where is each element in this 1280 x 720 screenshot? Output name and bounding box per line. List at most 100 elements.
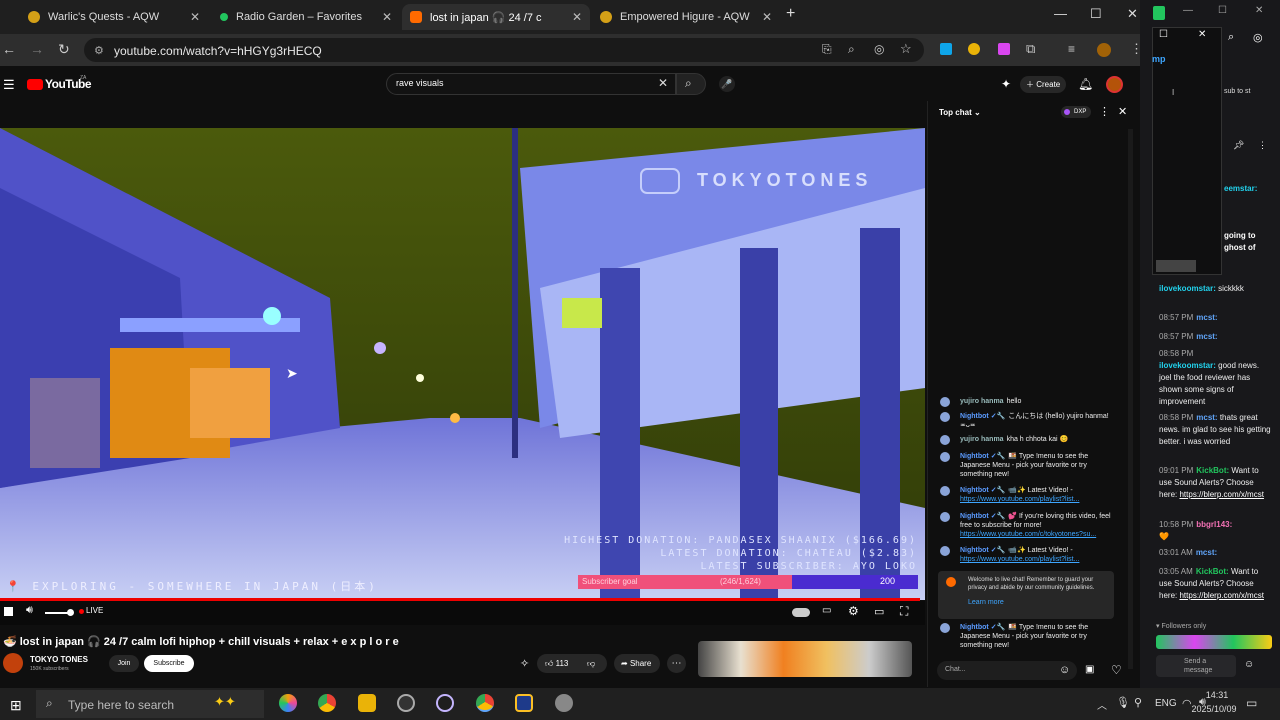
channel-avatar[interactable]: [3, 653, 23, 673]
settings-gear-icon[interactable]: ⚙: [848, 604, 859, 618]
extension-icon[interactable]: [940, 43, 952, 55]
volume-icon[interactable]: 🔊︎: [26, 604, 33, 617]
side-chat-user[interactable]: mcst:: [1196, 413, 1217, 422]
media-control-icon[interactable]: ≡: [1068, 42, 1075, 56]
live-badge[interactable]: LIVE: [86, 606, 103, 615]
voice-search-icon[interactable]: 🎤: [719, 76, 735, 92]
tracking-icon[interactable]: ◎: [874, 42, 884, 56]
promo-thumbnail[interactable]: [698, 641, 912, 677]
browser-tab[interactable]: Warlic's Quests - AQW ✕: [20, 4, 208, 30]
chrome-icon[interactable]: [318, 694, 336, 712]
clock-time[interactable]: 14:31: [1197, 690, 1237, 700]
extension-icon[interactable]: [968, 43, 980, 55]
back-icon[interactable]: ←: [2, 41, 16, 57]
side-chat-user[interactable]: mcst:: [1196, 548, 1217, 557]
close-window-icon[interactable]: ✕: [1255, 5, 1263, 16]
like-icon[interactable]: 👍︎: [545, 659, 553, 668]
chat-scrollbar[interactable]: [1128, 129, 1133, 669]
new-tab-icon[interactable]: +: [786, 5, 795, 23]
subscribe-button[interactable]: Subscribe: [144, 655, 194, 672]
profile-avatar[interactable]: [1097, 43, 1111, 57]
close-window-icon[interactable]: ✕: [1127, 6, 1138, 22]
emote-bar[interactable]: [1156, 635, 1272, 649]
language-indicator[interactable]: ENG: [1155, 698, 1177, 709]
side-chat-user[interactable]: KickBot:: [1196, 567, 1229, 576]
taskbar-search-input[interactable]: ⌕ Type here to search ✦✦: [36, 690, 264, 718]
chrome-icon[interactable]: [476, 694, 494, 712]
windows-start-icon[interactable]: ⊞: [10, 697, 22, 714]
emoji-icon[interactable]: ☺: [1059, 664, 1070, 676]
chat-mode-dropdown[interactable]: Top chat ⌄: [939, 108, 981, 117]
tray-chevron-icon[interactable]: ︿: [1097, 697, 1107, 712]
site-info-icon[interactable]: ⚙: [94, 44, 104, 57]
side-chat-link[interactable]: https://blerp.com/x/mcst: [1179, 591, 1263, 600]
fullscreen-icon[interactable]: ⛶: [900, 604, 908, 619]
ask-ai-icon[interactable]: ✧: [520, 657, 529, 670]
close-tab-icon[interactable]: ✕: [190, 10, 200, 24]
like-count[interactable]: 113: [556, 659, 569, 668]
side-chat-user[interactable]: bbgrl143:: [1196, 520, 1232, 529]
game-launcher-icon[interactable]: [515, 694, 533, 712]
create-button[interactable]: ＋ Create: [1020, 76, 1066, 93]
close-chat-icon[interactable]: ✕: [1118, 105, 1127, 118]
window-icon[interactable]: ☐: [1159, 29, 1168, 40]
chat-author[interactable]: Nightbot ✓🔧: [960, 513, 1005, 520]
notification-center-icon[interactable]: ▭: [1246, 696, 1257, 710]
clock-date[interactable]: 2025/10/09: [1186, 704, 1242, 714]
side-chat-user[interactable]: KickBot:: [1196, 466, 1229, 475]
cast-icon[interactable]: ⎘: [822, 42, 832, 57]
chat-link[interactable]: https://www.youtube.com/playlist?list...: [960, 556, 1079, 563]
hamburger-menu-icon[interactable]: ☰: [3, 77, 15, 93]
zoom-icon[interactable]: ⌕: [1228, 31, 1234, 44]
side-chat-user[interactable]: ilovekoomstar:: [1159, 361, 1216, 370]
app-icon[interactable]: [436, 694, 454, 712]
more-actions-icon[interactable]: ⋯: [667, 654, 686, 673]
heart-icon[interactable]: ♡: [1111, 663, 1122, 677]
chat-author[interactable]: Nightbot ✓🔧: [960, 624, 1005, 631]
join-button[interactable]: Join: [109, 655, 139, 672]
stop-icon[interactable]: [4, 607, 13, 616]
notifications-bell-icon[interactable]: 🔔︎: [1078, 77, 1093, 91]
extensions-puzzle-icon[interactable]: ⧉: [1026, 41, 1035, 57]
close-icon[interactable]: ✕: [1198, 29, 1206, 40]
video-player[interactable]: TOKYOTONES HIGHEST DONATION: PANDASEX SH…: [0, 128, 925, 600]
browser-tab[interactable]: Empowered Higure - AQW ✕: [592, 4, 780, 30]
points-badge[interactable]: DXP: [1061, 106, 1091, 118]
maximize-icon[interactable]: ☐: [1090, 6, 1102, 22]
gemini-icon[interactable]: ✦: [1001, 77, 1011, 91]
share-button[interactable]: ➦ Share: [614, 654, 660, 673]
chat-input[interactable]: Chat...: [937, 661, 1077, 680]
autoplay-toggle[interactable]: [792, 608, 810, 617]
youtube-logo-icon[interactable]: [27, 79, 43, 90]
maximize-icon[interactable]: ☐: [1218, 5, 1227, 16]
copilot-icon[interactable]: [279, 694, 297, 712]
chat-author[interactable]: Nightbot ✓🔧: [960, 487, 1005, 494]
learn-more-link[interactable]: Learn more: [968, 599, 1004, 606]
dislike-icon[interactable]: 👎︎: [587, 654, 595, 673]
browser-tab-active[interactable]: lost in japan 🎧 24 /7 c ✕: [402, 4, 590, 30]
side-chat-user[interactable]: ilovekoomstar:: [1159, 284, 1216, 293]
volume-handle[interactable]: [67, 609, 74, 616]
search-button[interactable]: ⌕: [676, 73, 706, 95]
close-tab-icon[interactable]: ✕: [572, 10, 582, 24]
extension-icon[interactable]: [998, 43, 1010, 55]
chat-menu-icon[interactable]: ⋮: [1099, 105, 1110, 118]
chat-link[interactable]: https://www.youtube.com/c/tokyotones?su.…: [960, 531, 1096, 538]
reload-icon[interactable]: ↻: [58, 41, 70, 58]
emote-picker-icon[interactable]: ☺: [1244, 659, 1254, 670]
forward-icon[interactable]: →: [30, 41, 44, 57]
file-explorer-icon[interactable]: [358, 694, 376, 712]
minimize-icon[interactable]: —: [1183, 5, 1193, 16]
bookmark-star-icon[interactable]: ☆: [900, 41, 912, 57]
chat-author[interactable]: yujiro hanma: [960, 398, 1004, 405]
app-icon[interactable]: [555, 694, 573, 712]
network-icon[interactable]: ⚲: [1134, 696, 1142, 709]
chat-link[interactable]: https://www.youtube.com/playlist?list...: [960, 496, 1079, 503]
zoom-icon[interactable]: ⌕: [848, 42, 855, 57]
pin-icon[interactable]: 📌︎: [1233, 140, 1244, 151]
channel-name[interactable]: TOKYO TONES: [30, 655, 88, 664]
clear-search-icon[interactable]: ✕: [658, 76, 668, 90]
side-chat-user[interactable]: mcst:: [1196, 313, 1217, 322]
close-tab-icon[interactable]: ✕: [382, 10, 392, 24]
microphone-icon[interactable]: 🎙︎: [1116, 696, 1130, 709]
